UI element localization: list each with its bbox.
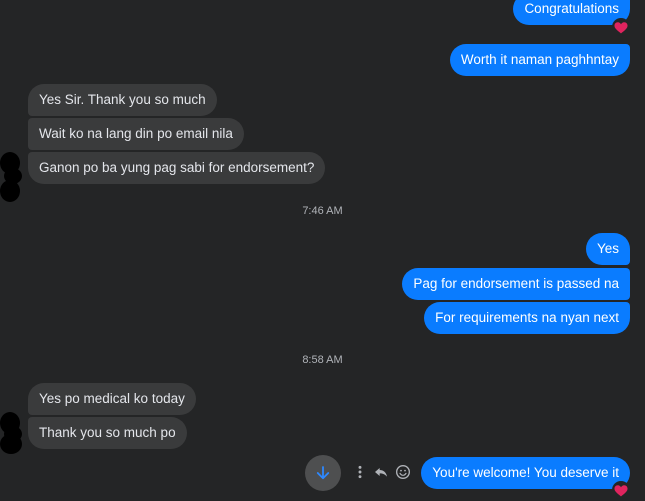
message-text: Congratulations xyxy=(524,1,619,16)
message-text: For requirements na nyan next xyxy=(435,310,619,325)
heart-reaction-icon[interactable] xyxy=(612,18,630,36)
message-text: Yes xyxy=(596,241,619,256)
message-outgoing[interactable]: Yes xyxy=(585,233,630,265)
message-outgoing[interactable]: Worth it naman paghhntay xyxy=(449,44,630,76)
message-incoming[interactable]: Yes Sir. Thank you so much xyxy=(28,84,217,116)
message-text: Thank you so much po xyxy=(39,425,176,440)
message-text: Ganon po ba yung pag sabi for endorsemen… xyxy=(39,160,315,175)
more-vertical-icon[interactable] xyxy=(351,463,369,481)
message-incoming[interactable]: Wait ko na lang din po email nila xyxy=(28,118,244,150)
chat-thread: Congratulations Worth it naman paghhntay… xyxy=(0,0,645,501)
message-incoming[interactable]: Yes po medical ko today xyxy=(28,383,196,415)
timestamp: 7:46 AM xyxy=(302,205,343,217)
message-text: Wait ko na lang din po email nila xyxy=(39,126,233,141)
arrow-down-icon xyxy=(316,466,330,480)
message-text: Yes Sir. Thank you so much xyxy=(39,92,206,107)
message-text: Pag for endorsement is passed na xyxy=(413,276,619,291)
scroll-to-bottom-button[interactable] xyxy=(305,455,341,491)
message-outgoing[interactable]: You're welcome! You deserve it xyxy=(421,457,630,489)
message-text: Worth it naman paghhntay xyxy=(460,52,619,67)
message-outgoing[interactable]: For requirements na nyan next xyxy=(424,302,630,334)
reply-icon[interactable] xyxy=(372,463,390,481)
heart-reaction-icon[interactable] xyxy=(612,481,630,499)
message-incoming[interactable]: Thank you so much po xyxy=(28,417,187,449)
smiley-icon[interactable] xyxy=(394,463,412,481)
message-text: You're welcome! You deserve it xyxy=(432,465,619,480)
message-text: Yes po medical ko today xyxy=(39,391,185,406)
message-incoming[interactable]: Ganon po ba yung pag sabi for endorsemen… xyxy=(28,152,326,184)
message-outgoing[interactable]: Pag for endorsement is passed na xyxy=(402,268,630,300)
timestamp: 8:58 AM xyxy=(302,354,343,366)
